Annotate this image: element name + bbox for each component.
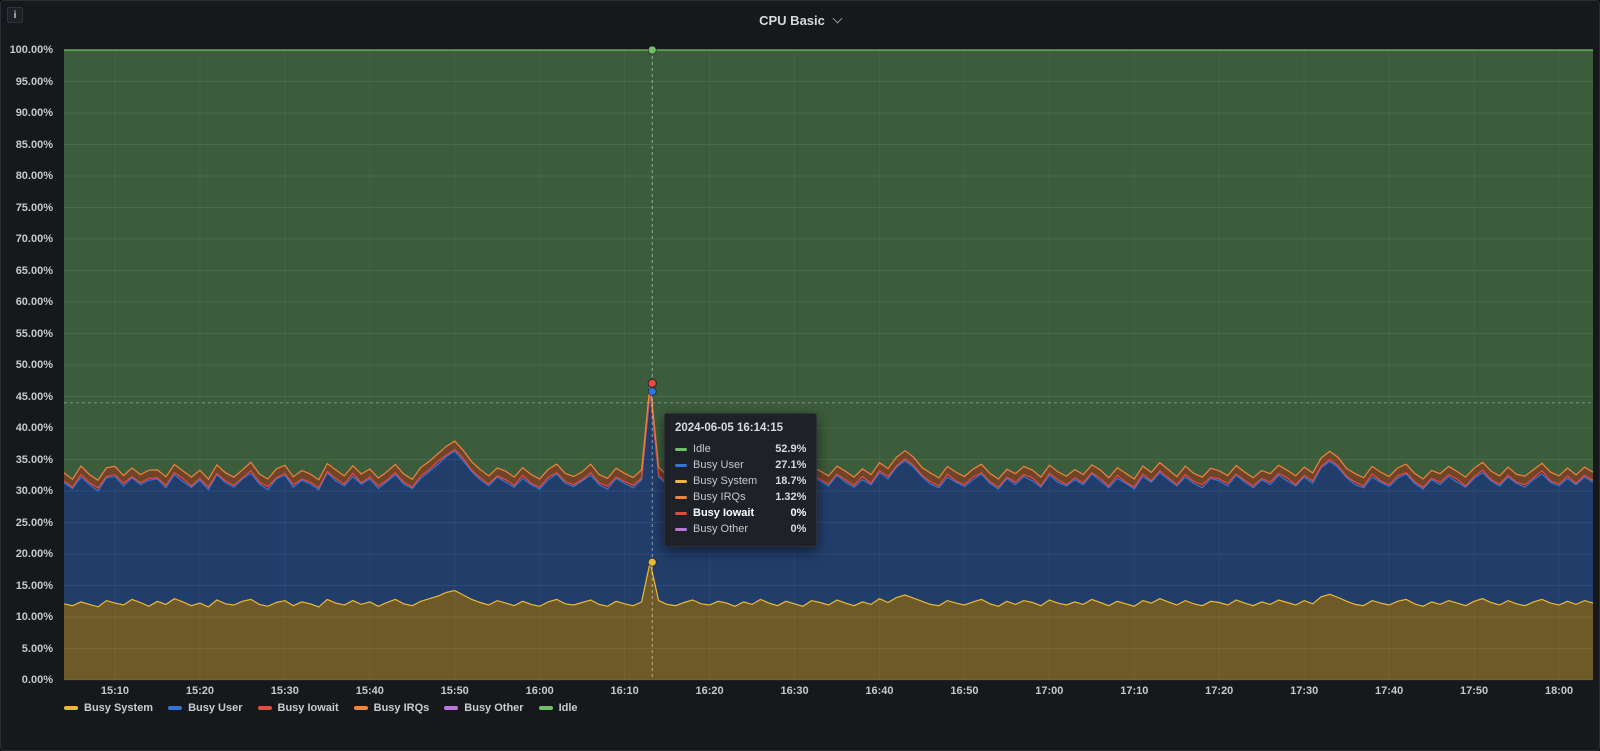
series-color-swatch-icon [675,495,687,499]
y-tick-label: 60.00% [15,296,53,308]
tooltip-series-name: Busy IRQs [693,491,746,503]
legend-item-busy-iowait[interactable]: Busy Iowait [257,702,339,714]
cursor-point-busy-system [647,557,657,567]
panel-header[interactable]: CPU Basic [1,1,1599,39]
cursor-point-busy-user [647,386,657,396]
legend-item-busy-system[interactable]: Busy System [64,702,153,714]
tooltip-timestamp: 2024-06-05 16:14:15 [675,422,784,434]
series-color-swatch-icon [675,463,687,467]
tooltip-row-idle: Idle 52.9% [675,441,806,457]
y-tick-label: 80.00% [15,170,53,182]
y-tick-label: 30.00% [15,485,53,497]
tooltip-series-name: Busy Iowait [693,507,755,519]
legend-label: Busy System [84,702,154,714]
legend-label: Busy IRQs [373,702,430,714]
legend-item-idle[interactable]: Idle [538,702,578,714]
legend-color-swatch-icon [257,706,272,710]
legend-item-busy-irqs[interactable]: Busy IRQs [353,702,430,714]
x-tick-label: 16:40 [865,685,894,697]
y-tick-label: 90.00% [15,107,53,119]
series-color-swatch-icon [675,447,687,451]
series-color-swatch-icon [675,527,687,531]
y-tick-label: 20.00% [15,548,53,560]
tooltip-row-busy-other: Busy Other 0% [675,521,806,537]
tooltip-series-value: 52.9% [775,443,807,455]
chevron-down-icon [832,13,843,24]
legend-label: Busy Other [464,702,524,714]
legend-label: Busy User [188,702,243,714]
x-tick-label: 16:10 [610,685,639,697]
y-tick-label: 50.00% [15,359,53,371]
tooltip-row-busy-system: Busy System 18.7% [675,473,806,489]
legend-color-swatch-icon [168,706,183,710]
tooltip-series-value: 27.1% [775,459,807,471]
tooltip-series-value: 18.7% [775,475,807,487]
y-tick-label: 5.00% [21,642,53,655]
series-color-swatch-icon [675,511,687,515]
x-tick-label: 17:30 [1290,685,1319,697]
y-tick-label: 25.00% [15,516,53,529]
x-tick-label: 15:20 [185,685,214,697]
tooltip-series-name: Busy System [693,475,758,487]
tooltip-series-name: Busy Other [693,523,749,535]
info-icon-glyph: i [13,9,17,21]
timeseries-chart [63,45,1594,681]
series-color-swatch-icon [675,479,687,483]
cursor-point-idle [647,45,657,55]
chart-plot-area[interactable] [63,45,1594,681]
y-tick-label: 65.00% [15,264,53,277]
x-tick-label: 15:40 [355,685,384,697]
legend-color-swatch-icon [353,706,368,710]
legend-color-swatch-icon [64,706,78,710]
x-tick-label: 16:00 [525,685,554,697]
x-tick-label: 15:10 [100,685,130,697]
y-tick-label: 75.00% [15,201,53,214]
y-tick-label: 0.00% [21,674,53,686]
y-tick-label: 10.00% [15,611,53,623]
x-tick-label: 17:20 [1205,685,1234,697]
panel-info-icon[interactable]: i [7,7,23,23]
tooltip-series-value: 1.32% [775,491,807,503]
x-tick-label: 17:50 [1459,685,1489,697]
x-tick-label: 15:50 [440,685,469,697]
y-tick-label: 85.00% [15,138,53,151]
y-tick-label: 15.00% [15,579,53,592]
y-tick-label: 45.00% [15,390,53,403]
x-tick-label: 17:40 [1375,685,1404,697]
series-area-idle [64,50,1593,481]
x-tick-label: 18:00 [1544,685,1574,697]
chart-legend: Busy System Busy User Busy Iowait Busy IRQs… [64,702,578,714]
chart-tooltip: 2024-06-05 16:14:15 Idle 52.9% Busy User 27… [664,413,818,547]
tooltip-row-busy-iowait: Busy Iowait 0% [675,505,806,521]
panel-title: CPU Basic [759,12,825,28]
legend-label: Busy Iowait [277,702,339,714]
x-tick-label: 17:00 [1035,685,1064,697]
tooltip-rows: Idle 52.9% Busy User 27.1% Busy System 18.7% B… [675,441,806,537]
x-tick-label: 17:10 [1120,685,1149,697]
y-tick-label: 70.00% [15,233,53,245]
tooltip-row-busy-user: Busy User 27.1% [675,457,806,473]
x-tick-label: 15:30 [270,685,299,697]
cpu-basic-panel: i CPU Basic 0.00% 5.00% 10.00% 15.00% 20.00%… [0,0,1600,751]
legend-label: Idle [558,702,578,714]
tooltip-series-value: 0% [790,523,807,535]
legend-color-swatch-icon [538,706,553,710]
x-tick-label: 16:50 [950,685,979,697]
cursor-point-busy-iowait [647,378,657,388]
legend-item-busy-user[interactable]: Busy User [168,702,243,714]
tooltip-series-name: Idle [693,443,711,455]
tooltip-series-name: Busy User [693,459,744,471]
y-tick-label: 35.00% [15,453,53,466]
legend-color-swatch-icon [444,706,459,710]
y-tick-label: 40.00% [15,422,53,434]
y-tick-label: 100.00% [9,44,53,56]
y-tick-label: 55.00% [15,327,53,340]
tooltip-series-value: 0% [790,507,807,519]
y-tick-label: 95.00% [15,75,53,88]
x-tick-label: 16:30 [780,685,809,697]
legend-item-busy-other[interactable]: Busy Other [444,702,524,714]
x-tick-label: 16:20 [695,685,724,697]
tooltip-row-busy-irqs: Busy IRQs 1.32% [675,489,806,505]
